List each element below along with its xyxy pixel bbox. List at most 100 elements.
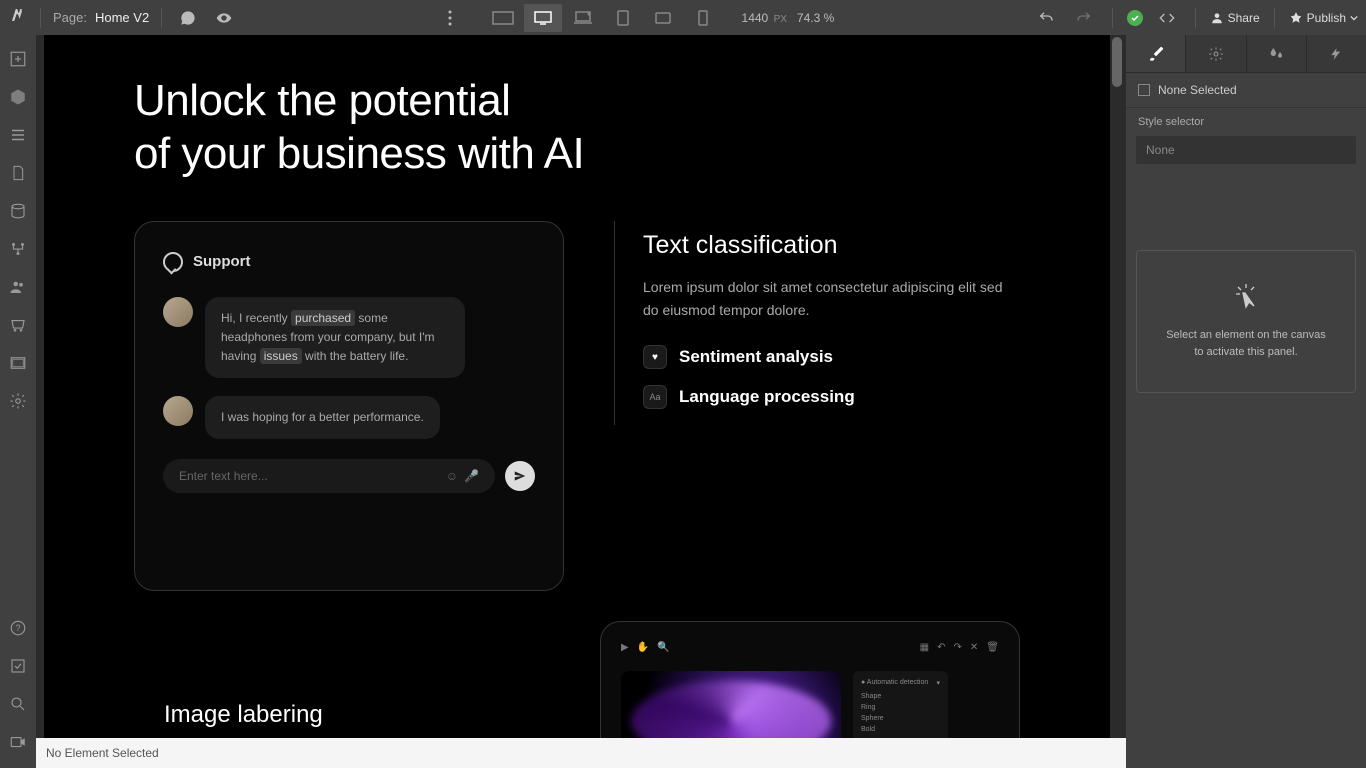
send-button bbox=[505, 461, 535, 491]
status-text: No Element Selected bbox=[46, 746, 159, 760]
undo-tool-icon: ↶ bbox=[937, 642, 945, 653]
cms-icon[interactable] bbox=[2, 193, 34, 229]
search-icon[interactable] bbox=[2, 686, 34, 722]
text-icon: Aa bbox=[643, 385, 667, 409]
svg-text:?: ? bbox=[15, 623, 20, 633]
breakpoint-laptop-icon[interactable] bbox=[564, 4, 602, 32]
detection-panel: ● Automatic detection▾ Shape Ring Sphere… bbox=[853, 671, 948, 738]
components-icon[interactable] bbox=[2, 79, 34, 115]
chat-message-1: Hi, I recently purchased some headphones… bbox=[205, 297, 465, 379]
pages-icon[interactable] bbox=[2, 155, 34, 191]
ecommerce-icon[interactable] bbox=[2, 307, 34, 343]
lightning-icon bbox=[1329, 45, 1343, 63]
effects-tab[interactable] bbox=[1307, 35, 1366, 72]
mic-icon: 🎤 bbox=[464, 469, 479, 483]
breakpoint-mobile-icon[interactable] bbox=[684, 4, 722, 32]
px-label: PX bbox=[774, 14, 787, 25]
add-element-icon[interactable] bbox=[2, 41, 34, 77]
hero-line1: Unlock the potential bbox=[134, 76, 510, 125]
emoji-icon: ☺ bbox=[446, 469, 458, 483]
page-name[interactable]: Home V2 bbox=[95, 10, 149, 25]
redo-tool-icon: ↷ bbox=[954, 642, 962, 653]
code-icon[interactable] bbox=[1153, 4, 1181, 32]
section-title: Image labering bbox=[164, 701, 504, 729]
chevron-down-icon: ▾ bbox=[936, 679, 940, 687]
grid-icon: ▦ bbox=[920, 642, 929, 653]
feature-item: Aa Language processing bbox=[643, 385, 1020, 409]
empty-msg-line1: Select an element on the canvas bbox=[1166, 329, 1326, 341]
interactions-tab[interactable] bbox=[1247, 35, 1307, 72]
support-card[interactable]: Support Hi, I recently purchased some he… bbox=[134, 221, 564, 591]
none-selected-label: None Selected bbox=[1158, 83, 1237, 97]
preview-icon[interactable] bbox=[210, 4, 238, 32]
status-ok-icon[interactable] bbox=[1127, 10, 1143, 26]
scrollbar-thumb[interactable] bbox=[1112, 37, 1122, 87]
breakpoint-mobile-landscape-icon[interactable] bbox=[644, 4, 682, 32]
publish-button[interactable]: Publish bbox=[1289, 11, 1358, 25]
none-selected-row: None Selected bbox=[1138, 83, 1354, 97]
page-label: Page: bbox=[53, 10, 87, 25]
input-placeholder: Enter text here... bbox=[179, 469, 268, 483]
style-panel: None Selected Style selector None Select… bbox=[1126, 35, 1366, 768]
image-labeling-block[interactable]: Image labering Excepteur sint occaecat c… bbox=[134, 621, 504, 738]
avatar bbox=[163, 396, 193, 426]
empty-msg-line2: to activate this panel. bbox=[1194, 346, 1297, 358]
assets-icon[interactable] bbox=[2, 345, 34, 381]
chat-bubble-icon bbox=[163, 252, 183, 272]
support-title: Support bbox=[193, 253, 251, 270]
chevron-down-icon bbox=[1350, 14, 1358, 22]
feature-label: Sentiment analysis bbox=[679, 347, 833, 367]
image-editor-card[interactable]: ▶ ✋ 🔍 ▦ ↶ ↷ ✕ 🗑 bbox=[600, 621, 1020, 738]
feature-label: Language processing bbox=[679, 387, 855, 407]
zoom-icon: 🔍 bbox=[657, 642, 669, 653]
chat-input: Enter text here... ☺ 🎤 bbox=[163, 459, 495, 493]
options-dots-icon[interactable] bbox=[436, 4, 464, 32]
droplets-icon bbox=[1268, 46, 1284, 62]
redo-icon[interactable] bbox=[1070, 4, 1098, 32]
image-preview bbox=[621, 671, 841, 738]
close-tool-icon: ✕ bbox=[970, 642, 978, 653]
checkbox-icon bbox=[1138, 84, 1150, 96]
navigator-icon[interactable] bbox=[2, 117, 34, 153]
comments-icon[interactable] bbox=[174, 4, 202, 32]
share-label: Share bbox=[1228, 11, 1260, 25]
panel-item: Bold bbox=[861, 724, 940, 735]
logic-icon[interactable] bbox=[2, 231, 34, 267]
play-icon: ▶ bbox=[621, 642, 629, 653]
users-icon[interactable] bbox=[2, 269, 34, 305]
help-icon[interactable]: ? bbox=[2, 610, 34, 646]
text-classification-block[interactable]: Text classification Lorem ipsum dolor si… bbox=[614, 221, 1020, 426]
canvas-scrollbar[interactable] bbox=[1112, 35, 1122, 738]
publish-label: Publish bbox=[1307, 11, 1346, 25]
send-icon bbox=[513, 469, 527, 483]
breakpoint-desktop-icon[interactable] bbox=[524, 4, 562, 32]
hero-heading[interactable]: Unlock the potential of your business wi… bbox=[134, 75, 1020, 181]
video-icon[interactable] bbox=[2, 724, 34, 760]
gear-icon bbox=[1208, 46, 1224, 62]
user-icon bbox=[1210, 11, 1224, 25]
settings-icon[interactable] bbox=[2, 383, 34, 419]
panel-item: Ring bbox=[861, 702, 940, 713]
cursor-click-icon bbox=[1153, 283, 1339, 313]
hand-icon: ✋ bbox=[637, 642, 649, 653]
empty-state: Select an element on the canvas to activ… bbox=[1136, 250, 1356, 393]
heart-icon: ♥ bbox=[643, 345, 667, 369]
settings-tab[interactable] bbox=[1186, 35, 1246, 72]
section-desc: Lorem ipsum dolor sit amet consectetur a… bbox=[643, 276, 1020, 324]
undo-icon[interactable] bbox=[1032, 4, 1060, 32]
chat-message-2: I was hoping for a better performance. bbox=[205, 396, 440, 439]
canvas[interactable]: Unlock the potential of your business wi… bbox=[44, 35, 1110, 738]
viewport-width[interactable]: 1440 PX 74.3 % bbox=[742, 11, 835, 25]
breakpoint-tablet-icon[interactable] bbox=[604, 4, 642, 32]
audit-icon[interactable] bbox=[2, 648, 34, 684]
hero-line2: of your business with AI bbox=[134, 129, 584, 178]
webflow-logo[interactable] bbox=[8, 8, 28, 28]
trash-icon: 🗑 bbox=[986, 642, 999, 653]
share-button[interactable]: Share bbox=[1210, 11, 1260, 25]
rocket-icon bbox=[1289, 11, 1303, 25]
section-title: Text classification bbox=[643, 231, 1020, 260]
breakpoint-xl-icon[interactable] bbox=[484, 4, 522, 32]
panel-item: Sphere bbox=[861, 713, 940, 724]
style-selector-input[interactable]: None bbox=[1136, 136, 1356, 164]
style-tab[interactable] bbox=[1126, 35, 1186, 72]
